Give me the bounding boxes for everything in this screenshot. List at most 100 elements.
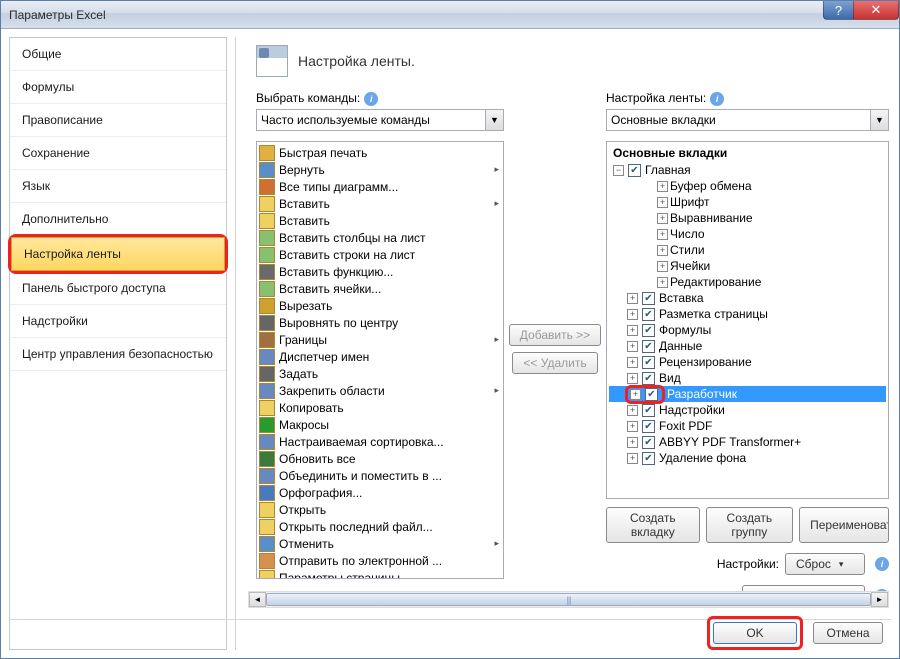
- checkbox[interactable]: ✔: [642, 292, 655, 305]
- tree-item[interactable]: +✔Рецензирование: [609, 354, 886, 370]
- command-item[interactable]: Вставить▸: [257, 195, 503, 212]
- tree-item[interactable]: −✔Главная: [609, 162, 886, 178]
- expand-icon[interactable]: +: [627, 309, 638, 320]
- sidebar-item[interactable]: Настройка ленты: [11, 237, 225, 271]
- reset-dropdown[interactable]: Сброс: [785, 553, 865, 575]
- command-item[interactable]: Закрепить области▸: [257, 382, 503, 399]
- new-group-button[interactable]: Создать группу: [706, 507, 794, 543]
- scroll-left-icon[interactable]: ◄: [249, 592, 266, 607]
- checkbox[interactable]: ✔: [642, 308, 655, 321]
- command-item[interactable]: Выровнять по центру: [257, 314, 503, 331]
- tree-item[interactable]: +✔Надстройки: [609, 402, 886, 418]
- expand-icon[interactable]: +: [627, 421, 638, 432]
- expand-icon[interactable]: +: [627, 293, 638, 304]
- checkbox[interactable]: ✔: [642, 356, 655, 369]
- expand-icon[interactable]: +: [627, 341, 638, 352]
- command-item[interactable]: Настраиваемая сортировка...: [257, 433, 503, 450]
- expand-icon[interactable]: +: [657, 245, 668, 256]
- expand-icon[interactable]: +: [630, 389, 641, 400]
- command-item[interactable]: Быстрая печать: [257, 144, 503, 161]
- command-item[interactable]: Вставить ячейки...: [257, 280, 503, 297]
- sidebar-item[interactable]: Сохранение: [10, 137, 226, 170]
- command-item[interactable]: Вернуть▸: [257, 161, 503, 178]
- expand-icon[interactable]: +: [627, 373, 638, 384]
- tree-item[interactable]: +✔Foxit PDF: [609, 418, 886, 434]
- expand-icon[interactable]: +: [627, 437, 638, 448]
- commands-listbox[interactable]: Быстрая печатьВернуть▸Все типы диаграмм.…: [256, 141, 504, 579]
- checkbox[interactable]: ✔: [645, 388, 658, 401]
- checkbox[interactable]: ✔: [642, 324, 655, 337]
- info-icon[interactable]: i: [710, 92, 724, 106]
- rename-button[interactable]: Переименовать: [799, 507, 889, 543]
- command-item[interactable]: Открыть последний файл...: [257, 518, 503, 535]
- sidebar-item[interactable]: Центр управления безопасностью: [10, 338, 226, 371]
- new-tab-button[interactable]: Создать вкладку: [606, 507, 700, 543]
- tree-item[interactable]: +✔Данные: [609, 338, 886, 354]
- sidebar-item[interactable]: Надстройки: [10, 305, 226, 338]
- tree-item[interactable]: +Стили: [609, 242, 886, 258]
- tree-item[interactable]: +✔Разметка страницы: [609, 306, 886, 322]
- cancel-button[interactable]: Отмена: [813, 622, 883, 644]
- sidebar-item[interactable]: Общие: [10, 38, 226, 71]
- checkbox[interactable]: ✔: [642, 436, 655, 449]
- close-button[interactable]: ✕: [853, 0, 899, 20]
- add-button[interactable]: Добавить >>: [509, 324, 601, 346]
- expand-icon[interactable]: +: [627, 405, 638, 416]
- command-item[interactable]: Диспетчер имен: [257, 348, 503, 365]
- command-item[interactable]: Орфография...: [257, 484, 503, 501]
- customize-ribbon-combo[interactable]: Основные вкладки ▼: [606, 109, 889, 131]
- help-button[interactable]: ?: [823, 0, 853, 20]
- expand-icon[interactable]: +: [657, 197, 668, 208]
- command-item[interactable]: Отменить▸: [257, 535, 503, 552]
- command-item[interactable]: Вставить столбцы на лист: [257, 229, 503, 246]
- expand-icon[interactable]: +: [657, 229, 668, 240]
- checkbox[interactable]: ✔: [642, 404, 655, 417]
- expand-icon[interactable]: +: [657, 261, 668, 272]
- checkbox[interactable]: ✔: [642, 372, 655, 385]
- tree-item[interactable]: +Выравнивание: [609, 210, 886, 226]
- checkbox[interactable]: ✔: [642, 452, 655, 465]
- sidebar-item[interactable]: Дополнительно: [10, 203, 226, 236]
- tree-item[interactable]: +✔Удаление фона: [609, 450, 886, 466]
- command-item[interactable]: Отправить по электронной ...: [257, 552, 503, 569]
- checkbox[interactable]: ✔: [642, 420, 655, 433]
- scroll-right-icon[interactable]: ►: [871, 592, 888, 607]
- expand-icon[interactable]: +: [627, 357, 638, 368]
- expand-icon[interactable]: +: [657, 213, 668, 224]
- command-item[interactable]: Обновить все: [257, 450, 503, 467]
- scroll-thumb[interactable]: |||: [266, 593, 871, 606]
- command-item[interactable]: Копировать: [257, 399, 503, 416]
- choose-commands-combo[interactable]: Часто используемые команды ▼: [256, 109, 504, 131]
- tree-item[interactable]: +Шрифт: [609, 194, 886, 210]
- command-item[interactable]: Вставить: [257, 212, 503, 229]
- checkbox[interactable]: ✔: [628, 164, 641, 177]
- ribbon-tree[interactable]: Основные вкладки−✔Главная+Буфер обмена+Ш…: [606, 141, 889, 499]
- collapse-icon[interactable]: −: [613, 165, 624, 176]
- tree-item[interactable]: +✔ABBYY PDF Transformer+: [609, 434, 886, 450]
- command-item[interactable]: Вставить функцию...: [257, 263, 503, 280]
- expand-icon[interactable]: +: [657, 277, 668, 288]
- tree-item[interactable]: +Число: [609, 226, 886, 242]
- expand-icon[interactable]: +: [627, 453, 638, 464]
- command-item[interactable]: Объединить и поместить в ...: [257, 467, 503, 484]
- ok-button[interactable]: OK: [713, 622, 797, 644]
- sidebar-item[interactable]: Язык: [10, 170, 226, 203]
- expand-icon[interactable]: +: [627, 325, 638, 336]
- remove-button[interactable]: << Удалить: [512, 352, 597, 374]
- command-item[interactable]: Открыть: [257, 501, 503, 518]
- command-item[interactable]: Вырезать: [257, 297, 503, 314]
- info-icon[interactable]: i: [875, 557, 889, 571]
- tree-item[interactable]: +Ячейки: [609, 258, 886, 274]
- command-item[interactable]: Параметры страницы: [257, 569, 503, 579]
- tree-item[interactable]: +Редактирование: [609, 274, 886, 290]
- command-item[interactable]: Все типы диаграмм...: [257, 178, 503, 195]
- tree-item[interactable]: +✔Вид: [609, 370, 886, 386]
- info-icon[interactable]: i: [364, 92, 378, 106]
- command-item[interactable]: Вставить строки на лист: [257, 246, 503, 263]
- sidebar-item[interactable]: Правописание: [10, 104, 226, 137]
- tree-item[interactable]: +✔Формулы: [609, 322, 886, 338]
- horizontal-scrollbar[interactable]: ◄ ||| ►: [248, 591, 889, 608]
- command-item[interactable]: Задать: [257, 365, 503, 382]
- sidebar-item[interactable]: Формулы: [10, 71, 226, 104]
- checkbox[interactable]: ✔: [642, 340, 655, 353]
